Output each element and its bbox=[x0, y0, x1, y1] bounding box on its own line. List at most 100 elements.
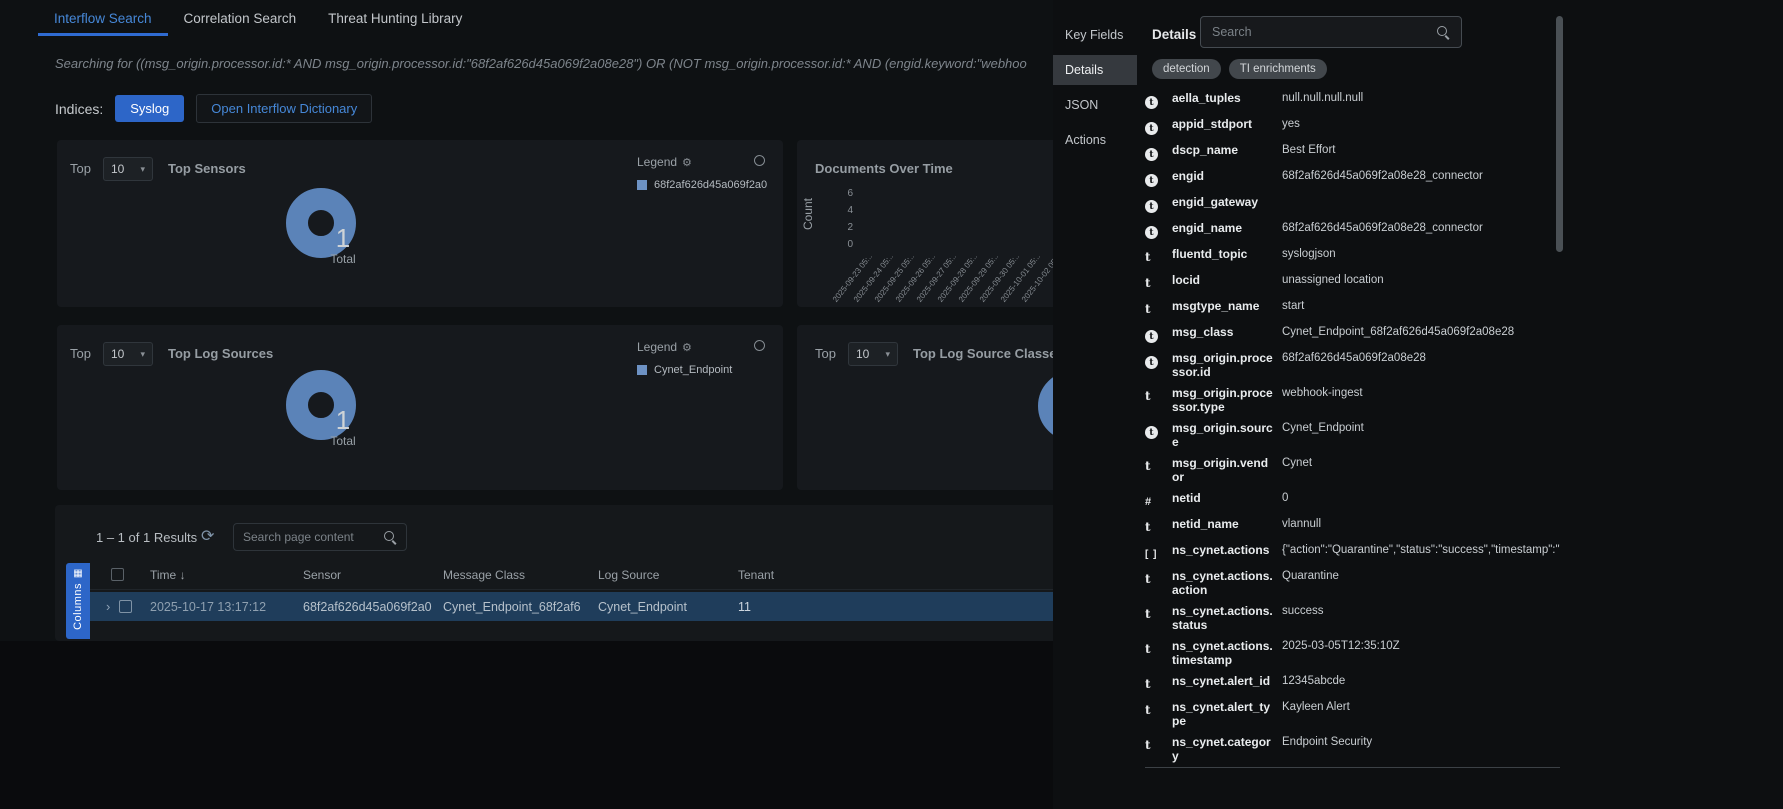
field-list: aella_tuplesnull.null.null.null appid_st… bbox=[1145, 88, 1560, 768]
text-type-icon bbox=[1145, 247, 1172, 266]
array-type-icon bbox=[1145, 543, 1172, 562]
column-header-tenant[interactable]: Tenant bbox=[738, 568, 774, 582]
field-value: yes bbox=[1282, 117, 1560, 131]
detail-nav-details[interactable]: Details bbox=[1053, 55, 1137, 85]
refresh-icon[interactable]: ⟳ bbox=[201, 526, 214, 546]
field-row[interactable]: msg_origin.vendorCynet bbox=[1145, 453, 1560, 488]
field-value: Endpoint Security bbox=[1282, 735, 1560, 749]
text-type-icon bbox=[1145, 386, 1172, 405]
tab-correlation-search[interactable]: Correlation Search bbox=[168, 0, 313, 36]
columns-tab[interactable]: ▦ Columns bbox=[66, 563, 90, 639]
text-type-icon bbox=[1145, 674, 1172, 693]
detail-nav-json[interactable]: JSON bbox=[1053, 90, 1137, 120]
field-row[interactable]: msg_classCynet_Endpoint_68f2af626d45a069… bbox=[1145, 322, 1560, 348]
field-name: msg_origin.processor.id bbox=[1172, 351, 1282, 379]
field-value: 68f2af626d45a069f2a08e28_connector bbox=[1282, 221, 1560, 235]
field-row[interactable]: netid0 bbox=[1145, 488, 1560, 514]
legend-item-label: 68f2af626d45a069f2a0 bbox=[654, 179, 767, 191]
field-name: locid bbox=[1172, 273, 1282, 287]
tag-ti-enrichments[interactable]: TI enrichments bbox=[1229, 59, 1327, 79]
field-row[interactable]: msg_origin.sourceCynet_Endpoint bbox=[1145, 418, 1560, 453]
field-row[interactable]: appid_stdportyes bbox=[1145, 114, 1560, 140]
field-name: engid_gateway bbox=[1172, 195, 1282, 209]
field-row[interactable]: ns_cynet.actions{"action":"Quarantine","… bbox=[1145, 540, 1560, 566]
tab-interflow-search[interactable]: Interflow Search bbox=[38, 0, 168, 36]
detail-nav-key-fields[interactable]: Key Fields bbox=[1053, 20, 1137, 50]
field-row[interactable]: ns_cynet.actions.timestamp2025-03-05T12:… bbox=[1145, 636, 1560, 671]
text-type-icon bbox=[1145, 700, 1172, 719]
donut-total-label: Total bbox=[330, 252, 355, 266]
field-value: start bbox=[1282, 299, 1560, 313]
detail-scrollbar[interactable] bbox=[1556, 16, 1563, 252]
search-icon bbox=[1436, 25, 1450, 39]
page-search-input[interactable] bbox=[243, 530, 377, 544]
cell-log-source: Cynet_Endpoint bbox=[598, 600, 687, 614]
detail-tags: detection TI enrichments bbox=[1152, 59, 1327, 79]
select-all-checkbox[interactable] bbox=[111, 568, 124, 581]
columns-tab-label: Columns bbox=[72, 583, 84, 630]
row-checkbox[interactable] bbox=[119, 600, 132, 613]
field-row[interactable]: aella_tuplesnull.null.null.null bbox=[1145, 88, 1560, 114]
keyword-type-icon bbox=[1145, 143, 1172, 162]
field-row[interactable]: netid_namevlannull bbox=[1145, 514, 1560, 540]
top-n-dropdown[interactable]: 10▾ bbox=[103, 157, 153, 181]
legend-item-label: Cynet_Endpoint bbox=[654, 364, 732, 376]
field-row[interactable]: fluentd_topicsyslogjson bbox=[1145, 244, 1560, 270]
top-n-dropdown[interactable]: 10▾ bbox=[103, 342, 153, 366]
field-row[interactable]: engid68f2af626d45a069f2a08e28_connector bbox=[1145, 166, 1560, 192]
panel-menu-icon[interactable] bbox=[754, 155, 765, 166]
tab-threat-hunting-library[interactable]: Threat Hunting Library bbox=[312, 0, 478, 36]
table-row[interactable]: › 2025-10-17 13:17:12 68f2af626d45a069f2… bbox=[90, 592, 1160, 621]
field-name: netid_name bbox=[1172, 517, 1282, 531]
field-name: ns_cynet.alert_type bbox=[1172, 700, 1282, 728]
legend-settings-icon[interactable]: ⚙ bbox=[682, 156, 692, 169]
top-n-dropdown[interactable]: 10▾ bbox=[848, 342, 898, 366]
expand-row-icon[interactable]: › bbox=[106, 599, 110, 614]
legend-header[interactable]: Legend⚙ bbox=[637, 340, 692, 354]
top-sensors-donut-chart[interactable]: 1 Total bbox=[286, 188, 356, 258]
field-name: ns_cynet.alert_id bbox=[1172, 674, 1282, 688]
field-row[interactable]: engid_name68f2af626d45a069f2a08e28_conne… bbox=[1145, 218, 1560, 244]
field-row[interactable]: msg_origin.processor.typewebhook-ingest bbox=[1145, 383, 1560, 418]
field-value: Quarantine bbox=[1282, 569, 1560, 583]
column-header-time[interactable]: Time ↓ bbox=[150, 568, 186, 582]
y-tick: 6 bbox=[835, 188, 853, 199]
legend-item[interactable]: Cynet_Endpoint bbox=[637, 364, 732, 376]
field-row[interactable]: ns_cynet.actions.actionQuarantine bbox=[1145, 566, 1560, 601]
cell-time: 2025-10-17 13:17:12 bbox=[150, 600, 266, 614]
top-n-label: Top bbox=[70, 161, 91, 176]
field-name: ns_cynet.actions.status bbox=[1172, 604, 1282, 632]
field-row[interactable]: ns_cynet.actions.statussuccess bbox=[1145, 601, 1560, 636]
legend-settings-icon[interactable]: ⚙ bbox=[682, 341, 692, 354]
field-value: null.null.null.null bbox=[1282, 91, 1560, 105]
text-type-icon bbox=[1145, 273, 1172, 292]
tag-detection[interactable]: detection bbox=[1152, 59, 1221, 79]
keyword-type-icon bbox=[1145, 91, 1172, 110]
field-value: 68f2af626d45a069f2a08e28_connector bbox=[1282, 169, 1560, 183]
field-row[interactable]: ns_cynet.alert_typeKayleen Alert bbox=[1145, 697, 1560, 732]
column-header-message-class[interactable]: Message Class bbox=[443, 568, 525, 582]
field-row[interactable]: msgtype_namestart bbox=[1145, 296, 1560, 322]
donut-center: 1 Total bbox=[286, 188, 400, 302]
field-row[interactable]: dscp_nameBest Effort bbox=[1145, 140, 1560, 166]
detail-search-input[interactable] bbox=[1212, 25, 1428, 39]
field-row[interactable]: ns_cynet.categoryEndpoint Security bbox=[1145, 732, 1560, 767]
field-value: success bbox=[1282, 604, 1560, 618]
keyword-type-icon bbox=[1145, 117, 1172, 136]
field-name: appid_stdport bbox=[1172, 117, 1282, 131]
open-interflow-dictionary-button[interactable]: Open Interflow Dictionary bbox=[196, 94, 372, 123]
column-header-sensor[interactable]: Sensor bbox=[303, 568, 341, 582]
field-row[interactable]: msg_origin.processor.id68f2af626d45a069f… bbox=[1145, 348, 1560, 383]
legend-header[interactable]: Legend⚙ bbox=[637, 155, 692, 169]
detail-nav-actions[interactable]: Actions bbox=[1053, 125, 1137, 155]
field-row[interactable]: engid_gateway bbox=[1145, 192, 1560, 218]
field-value: Cynet_Endpoint_68f2af626d45a069f2a08e28 bbox=[1282, 325, 1560, 339]
legend-swatch bbox=[637, 365, 647, 375]
legend-item[interactable]: 68f2af626d45a069f2a0 bbox=[637, 179, 767, 191]
column-header-log-source[interactable]: Log Source bbox=[598, 568, 659, 582]
top-log-sources-donut-chart[interactable]: 1 Total bbox=[286, 370, 356, 440]
syslog-index-button[interactable]: Syslog bbox=[115, 95, 184, 122]
panel-menu-icon[interactable] bbox=[754, 340, 765, 351]
field-row[interactable]: locidunassigned location bbox=[1145, 270, 1560, 296]
field-row[interactable]: ns_cynet.alert_id12345abcde bbox=[1145, 671, 1560, 697]
